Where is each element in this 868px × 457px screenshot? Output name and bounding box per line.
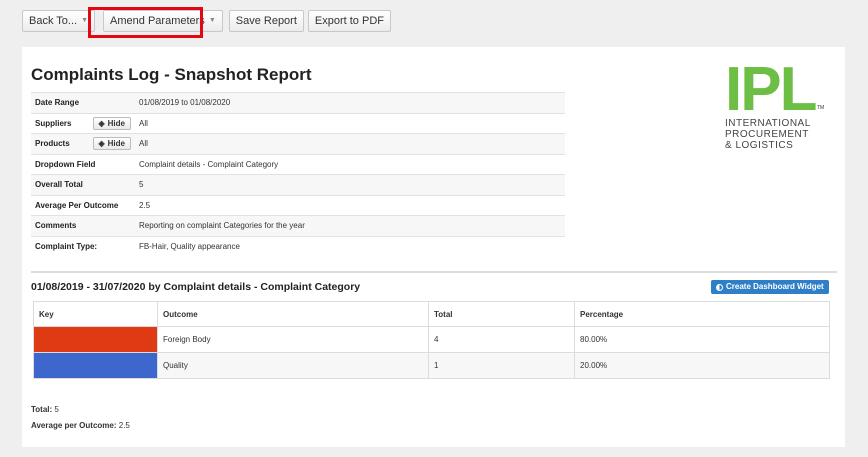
info-label: Comments — [31, 215, 135, 236]
section-title: 01/08/2019 - 31/07/2020 by Complaint det… — [31, 281, 361, 293]
column-header-total: Total — [428, 301, 575, 327]
info-row-dropdown-field: Dropdown Field Complaint details - Compl… — [31, 153, 565, 175]
logo-line-3: & LOGISTICS — [725, 140, 794, 151]
ipl-logo: IPL TM INTERNATIONAL PROCUREMENT & LOGIS… — [725, 55, 830, 152]
page-title: Complaints Log - Snapshot Report — [31, 65, 312, 84]
hide-label: Hide — [107, 139, 125, 149]
info-value: Complaint details - Complaint Category — [135, 153, 565, 175]
percentage-cell: 80.00% — [574, 326, 830, 353]
eye-slash-icon: ◈ — [98, 118, 105, 128]
footer-total-label: Total: — [31, 405, 53, 414]
highlight-box — [88, 7, 203, 38]
total-cell: 4 — [428, 326, 575, 353]
total-cell: 1 — [428, 352, 575, 379]
info-label: Suppliers — [35, 118, 72, 128]
percentage-cell: 20.00% — [574, 352, 830, 379]
eye-slash-icon: ◈ — [98, 139, 105, 149]
info-row-date-range: Date Range 01/08/2019 to 01/08/2020 — [31, 92, 565, 113]
key-swatch — [34, 327, 157, 352]
info-label: Products — [35, 139, 70, 149]
info-label: Complaint Type: — [31, 235, 135, 256]
toolbar: Back To... ▼ Amend Parameters ▼ Save Rep… — [22, 10, 391, 34]
back-to-button[interactable]: Back To... ▼ — [22, 10, 96, 32]
column-header-outcome: Outcome — [157, 301, 429, 327]
info-label-cell: Suppliers ◈ Hide — [31, 112, 135, 134]
footer-total: Total: 5 — [31, 402, 130, 418]
hide-suppliers-button[interactable]: ◈ Hide — [92, 116, 131, 130]
info-value: All — [135, 133, 565, 154]
report-info-table: Date Range 01/08/2019 to 01/08/2020 Supp… — [31, 92, 565, 256]
table-header-row: Key Outcome Total Percentage — [33, 301, 830, 327]
footer-average-label: Average per Outcome: — [31, 421, 117, 430]
key-swatch-cell — [33, 326, 158, 353]
logo-tm: TM — [817, 105, 825, 111]
logo-line-2: PROCUREMENT — [725, 129, 809, 140]
info-value: 5 — [135, 174, 565, 195]
key-swatch — [34, 353, 157, 378]
info-value: 2.5 — [135, 194, 565, 216]
export-pdf-button[interactable]: Export to PDF — [307, 10, 391, 32]
report-panel: Complaints Log - Snapshot Report Date Ra… — [22, 47, 845, 447]
back-to-label: Back To... — [29, 15, 78, 27]
key-swatch-cell — [33, 352, 158, 379]
info-value: 01/08/2019 to 01/08/2020 — [135, 92, 565, 113]
hide-products-button[interactable]: ◈ Hide — [92, 137, 131, 151]
save-report-button[interactable]: Save Report — [228, 10, 304, 32]
widget-label: Create Dashboard Widget — [726, 282, 824, 291]
logo-mark: IPL — [725, 55, 817, 124]
half-circle-icon — [716, 283, 723, 291]
info-label: Average Per Outcome — [31, 194, 135, 216]
column-header-percentage: Percentage — [574, 301, 830, 327]
chevron-down-icon: ▼ — [81, 17, 89, 24]
footer-average-value: 2.5 — [118, 421, 130, 430]
outcome-table: Key Outcome Total Percentage Foreign Bod… — [33, 301, 830, 379]
footer-total-value: 5 — [54, 405, 59, 414]
footer-average: Average per Outcome: 2.5 — [31, 418, 130, 434]
info-value: FB-Hair, Quality appearance — [135, 235, 565, 256]
info-row-average: Average Per Outcome 2.5 — [31, 194, 565, 216]
chevron-down-icon: ▼ — [208, 17, 216, 24]
table-row: Foreign Body 4 80.00% — [33, 326, 830, 353]
info-row-overall-total: Overall Total 5 — [31, 174, 565, 195]
info-row-suppliers: Suppliers ◈ Hide All — [31, 112, 565, 134]
info-row-complaint-type: Complaint Type: FB-Hair, Quality appeara… — [31, 235, 565, 256]
column-header-key: Key — [33, 301, 158, 327]
outcome-cell: Foreign Body — [157, 326, 429, 353]
info-label: Date Range — [31, 92, 135, 113]
info-label: Dropdown Field — [31, 153, 135, 175]
info-row-comments: Comments Reporting on complaint Categori… — [31, 215, 565, 236]
info-label-cell: Products ◈ Hide — [31, 133, 135, 154]
report-footer: Total: 5 Average per Outcome: 2.5 — [31, 402, 130, 434]
info-label: Overall Total — [31, 174, 135, 195]
section-divider — [31, 271, 837, 273]
info-row-products: Products ◈ Hide All — [31, 133, 565, 154]
table-row: Quality 1 20.00% — [33, 352, 830, 379]
create-dashboard-widget-button[interactable]: Create Dashboard Widget — [711, 280, 829, 294]
info-value: Reporting on complaint Categories for th… — [135, 215, 565, 236]
info-value: All — [135, 112, 565, 134]
hide-label: Hide — [107, 118, 125, 128]
outcome-cell: Quality — [157, 352, 429, 379]
